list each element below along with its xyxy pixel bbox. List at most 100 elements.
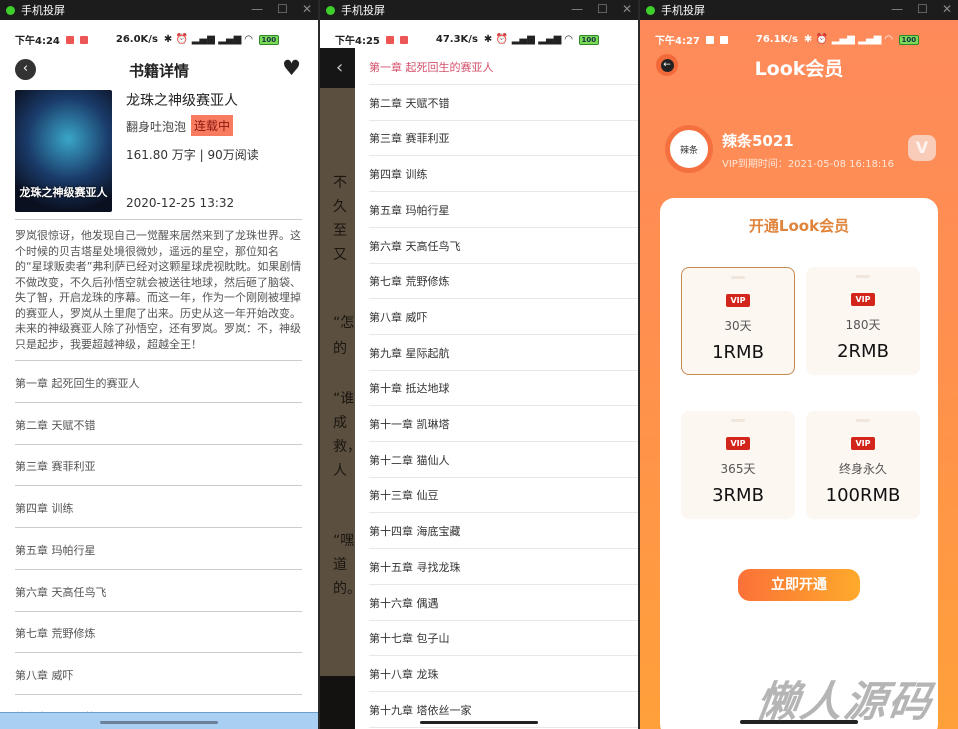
reader-window: 手机投屏 — ☐ ✕ 下午4:25 47.3K/s ✱ ⏰ ▂▄▆ ▂▄▆ ◠ 100 第… — [320, 0, 638, 729]
scrollbar[interactable] — [100, 721, 218, 724]
home-indicator — [420, 721, 538, 724]
phone-status-bar: 下午4:24 26.0K/s ✱ ⏰ ▂▄▆ ▂▄▆ ◠ 100 — [15, 32, 315, 47]
battery-icon: 100 — [258, 34, 280, 45]
page-title: Look会员 — [754, 58, 844, 80]
update-date: 2020-12-25 13:32 — [126, 196, 235, 210]
chapter-item[interactable]: 第十六章 偶遇 — [369, 595, 439, 611]
chapter-item[interactable]: 第十一章 凯琳塔 — [369, 416, 450, 432]
username: 辣条5021 — [722, 132, 794, 150]
vip-tag-icon: VIP — [726, 437, 750, 450]
plan-option[interactable]: VIP 30天 1RMB — [681, 267, 795, 375]
chapter-item[interactable]: 第二章 天赋不错 — [369, 95, 450, 111]
chapter-item[interactable]: 第十章 抵达地球 — [369, 380, 450, 396]
book-description: 罗岚很惊讶，他发现自己一觉醒来居然来到了龙珠世界。这个时候的贝吉塔星处境很微妙，… — [15, 229, 302, 351]
reader-text-fragment: 久 — [333, 199, 347, 215]
window-titlebar[interactable]: 手机投屏 — ☐ ✕ — [320, 0, 638, 20]
chapter-item[interactable]: 第七章 荒野修炼 — [369, 273, 450, 289]
chapter-item[interactable]: 第十三章 仙豆 — [369, 487, 439, 503]
divider — [369, 369, 638, 371]
favorite-heart-icon[interactable]: ♥ — [282, 56, 301, 80]
chapter-item[interactable]: 第十四章 海底宝藏 — [369, 523, 461, 539]
watermark: 懒人源码 — [753, 677, 937, 726]
chapter-item[interactable]: 第四章 训练 — [15, 500, 74, 516]
chapter-item[interactable]: 第七章 荒野修炼 — [15, 625, 96, 641]
divider — [369, 155, 638, 157]
close-button[interactable]: ✕ — [942, 2, 952, 16]
battery-icon: 100 — [898, 34, 920, 45]
vip-badge-icon: V — [908, 135, 936, 161]
chapter-item[interactable]: 第八章 威吓 — [15, 667, 74, 683]
divider — [369, 690, 638, 692]
chapter-item[interactable]: 第十七章 包子山 — [369, 630, 450, 646]
chapter-item[interactable]: 第十八章 龙珠 — [369, 666, 439, 682]
plan-nub — [856, 419, 870, 422]
chapter-item[interactable]: 第三章 赛菲利亚 — [369, 130, 450, 146]
reader-overlay[interactable]: 第不久至又“怎的“谁成救，人“嘿道的。 — [320, 48, 361, 729]
book-title: 龙珠之神级赛亚人 — [126, 93, 238, 109]
reader-back-icon[interactable]: ‹ — [320, 48, 355, 88]
notification-icon — [705, 35, 714, 44]
plan-option[interactable]: VIP 365天 3RMB — [681, 411, 795, 519]
card-title: 开通Look会员 — [748, 217, 850, 235]
maximize-button[interactable]: ☐ — [277, 2, 288, 16]
open-vip-button[interactable]: 立即开通 — [738, 569, 860, 601]
divider — [369, 441, 638, 442]
divider — [369, 119, 638, 121]
phone-status-bar: 下午4:27 76.1K/s ✱ ⏰ ▂▄▆ ▂▄▆ ◠ 100 — [655, 32, 955, 47]
plan-option[interactable]: VIP 终身永久 100RMB — [806, 411, 920, 519]
vip-tag-icon: VIP — [851, 437, 875, 450]
maximize-button[interactable]: ☐ — [597, 2, 608, 16]
chapter-item[interactable]: 第五章 玛帕行星 — [15, 542, 96, 558]
chapter-item[interactable]: 第九章 星际起航 — [369, 345, 450, 361]
minimize-button[interactable]: — — [571, 2, 583, 16]
notification-icon — [65, 35, 74, 44]
close-button[interactable]: ✕ — [302, 2, 312, 16]
chapter-item[interactable]: 第八章 威吓 — [369, 309, 428, 325]
reader-text-fragment: “谁 — [333, 391, 355, 407]
minimize-button[interactable]: — — [891, 2, 903, 16]
notification-icon — [79, 35, 88, 44]
chapter-item[interactable]: 第六章 天高任鸟飞 — [369, 238, 461, 254]
notification-icon — [399, 35, 408, 44]
chapter-item[interactable]: 第三章 赛菲利亚 — [15, 458, 96, 474]
divider — [15, 485, 302, 487]
page-title: 书籍详情 — [128, 62, 189, 80]
book-author[interactable]: 翻身吐泡泡 — [126, 118, 186, 135]
membership-card: 开通Look会员 VIP 30天 1RMB VIP 180天 2RMB VIP 365天 3RM… — [660, 198, 938, 729]
divider — [15, 527, 302, 529]
chapter-item[interactable]: 第十九章 塔依丝一家 — [369, 702, 472, 718]
chapter-item[interactable]: 第十五章 寻找龙珠 — [369, 559, 461, 575]
chapter-item[interactable]: 第一章 起死回生的赛亚人 — [369, 59, 494, 75]
chapter-item[interactable]: 第五章 玛帕行星 — [369, 202, 450, 218]
window-titlebar[interactable]: 手机投屏 — ☐ ✕ — [0, 0, 318, 20]
reader-text-fragment: “嘿 — [333, 533, 355, 549]
signal-icons: ✱ ⏰ ▂▄▆ ▂▄▆ ◠ — [803, 34, 893, 45]
divider — [369, 512, 638, 514]
plan-price: 3RMB — [712, 485, 764, 506]
avatar[interactable]: 辣条 — [665, 125, 713, 173]
divider — [369, 226, 638, 228]
chapter-item[interactable]: 第十二章 猫仙人 — [369, 452, 450, 468]
plan-price: 1RMB — [712, 342, 764, 363]
divider — [15, 219, 302, 220]
divider — [15, 652, 302, 654]
chapter-item[interactable]: 第二章 天赋不错 — [15, 417, 96, 433]
divider — [369, 191, 638, 193]
divider — [15, 610, 302, 612]
minimize-button[interactable]: — — [251, 2, 263, 16]
window-titlebar[interactable]: 手机投屏 — ☐ ✕ — [640, 0, 958, 20]
status-dot-icon — [326, 5, 335, 15]
chapter-item[interactable]: 第四章 训练 — [369, 166, 428, 182]
vip-tag-icon: VIP — [851, 293, 875, 306]
book-stats: 161.80 万字 | 90万阅读 — [126, 148, 259, 162]
divider — [15, 402, 302, 403]
close-button[interactable]: ✕ — [622, 2, 632, 16]
battery-icon: 100 — [578, 34, 600, 45]
plan-option[interactable]: VIP 180天 2RMB — [806, 267, 920, 375]
chapter-item[interactable]: 第六章 天高任鸟飞 — [15, 584, 107, 600]
maximize-button[interactable]: ☐ — [917, 2, 928, 16]
divider — [369, 476, 638, 478]
status-dot-icon — [6, 5, 15, 15]
reader-text-fragment: 不 — [333, 175, 347, 191]
chapter-item[interactable]: 第一章 起死回生的赛亚人 — [15, 375, 140, 391]
